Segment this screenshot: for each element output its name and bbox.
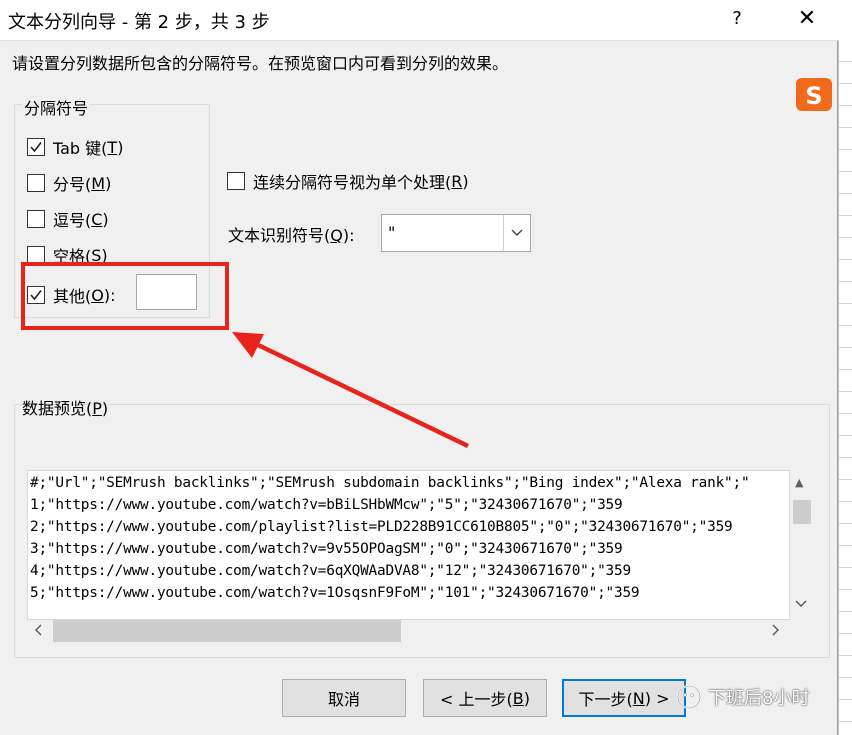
- check-icon: [30, 142, 42, 153]
- preview-line: 4;"https://www.youtube.com/watch?v=6qXQW…: [30, 563, 631, 579]
- preview-horizontal-scrollbar[interactable]: [27, 620, 790, 644]
- next-label: 下一步(: [578, 690, 633, 709]
- data-preview[interactable]: #;"Url";"SEMrush backlinks";"SEMrush sub…: [27, 470, 790, 620]
- semicolon-checkbox[interactable]: 分号(M): [27, 171, 111, 195]
- close-button[interactable]: ✕: [790, 4, 824, 34]
- tab-checkbox[interactable]: Tab 键(T): [27, 135, 123, 159]
- spreadsheet-background: [838, 40, 852, 735]
- instruction-text: 请设置分列数据所包含的分隔符号。在预览窗口内可看到分列的效果。: [12, 54, 509, 73]
- semicolon-key: M: [91, 173, 106, 193]
- consecutive-suffix: ): [462, 171, 469, 191]
- watermark-text: 下班后8小时: [708, 688, 810, 709]
- tab-key: T: [107, 137, 118, 157]
- back-suffix: ): [523, 688, 530, 708]
- preview-line: 1;"https://www.youtube.com/watch?v=bBiLS…: [30, 497, 623, 513]
- scroll-right-icon[interactable]: [771, 624, 779, 639]
- back-key: B: [512, 688, 524, 708]
- comma-suffix: ): [102, 209, 109, 229]
- wechat-icon: [677, 685, 701, 709]
- comma-checkbox[interactable]: 逗号(C): [27, 207, 109, 231]
- dialog-title: 文本分列向导 - 第 2 步，共 3 步: [8, 12, 270, 33]
- delimiter-group-title: 分隔符号: [22, 95, 91, 119]
- comma-key: C: [91, 209, 103, 229]
- vertical-scroll-thumb[interactable]: [793, 500, 811, 524]
- text-qualifier-label: 文本识别符号(Q):: [228, 222, 354, 246]
- text-qualifier-suffix: ):: [342, 226, 355, 245]
- semicolon-checkbox-box[interactable]: [27, 174, 45, 192]
- back-label: < 上一步(: [440, 690, 513, 709]
- tab-label: Tab 键(: [53, 139, 108, 158]
- comma-label: 逗号(: [53, 211, 92, 230]
- chevron-down-icon[interactable]: [503, 215, 530, 251]
- semicolon-label: 分号(: [53, 175, 92, 194]
- text-qualifier-label-text: 文本识别符号(: [228, 226, 331, 245]
- preview-title-text: 数据预览(: [22, 399, 93, 418]
- consecutive-delimiters-checkbox[interactable]: 连续分隔符号视为单个处理(R): [227, 169, 469, 193]
- preview-line: 3;"https://www.youtube.com/watch?v=9v55O…: [30, 541, 623, 557]
- svg-text:S: S: [805, 82, 822, 110]
- next-suffix: ) >: [644, 688, 670, 708]
- cancel-button[interactable]: 取消: [282, 679, 406, 717]
- consecutive-label: 连续分隔符号视为单个处理(: [253, 173, 452, 192]
- next-button[interactable]: 下一步(N) >: [562, 679, 686, 717]
- consecutive-checkbox-box[interactable]: [227, 172, 245, 190]
- preview-line: 5;"https://www.youtube.com/watch?v=1Osqs…: [30, 585, 640, 601]
- preview-line: #;"Url";"SEMrush backlinks";"SEMrush sub…: [30, 475, 750, 491]
- scroll-up-icon[interactable]: ▲: [795, 476, 803, 489]
- tab-suffix: ): [117, 137, 124, 157]
- sogou-ime-icon: S: [796, 78, 832, 111]
- title-bar: 文本分列向导 - 第 2 步，共 3 步 ? ✕: [0, 0, 838, 41]
- tab-checkbox-box[interactable]: [27, 138, 45, 156]
- preview-key: P: [92, 399, 102, 418]
- consecutive-key: R: [451, 171, 463, 191]
- red-highlight-box: [21, 262, 229, 330]
- next-key: N: [632, 688, 645, 708]
- horizontal-scroll-thumb[interactable]: [53, 620, 401, 642]
- preview-line: 2;"https://www.youtube.com/playlist?list…: [30, 519, 733, 535]
- wechat-watermark: 下班后8小时: [676, 684, 809, 710]
- preview-suffix: ): [101, 399, 109, 418]
- scroll-down-icon[interactable]: [795, 598, 807, 611]
- text-qualifier-select[interactable]: ": [381, 214, 531, 252]
- text-qualifier-key: Q: [330, 226, 343, 245]
- text-to-columns-dialog: 文本分列向导 - 第 2 步，共 3 步 ? ✕ 请设置分列数据所包含的分隔符号…: [0, 0, 838, 735]
- text-qualifier-value: ": [388, 223, 396, 242]
- semicolon-suffix: ): [105, 173, 112, 193]
- scroll-left-icon[interactable]: [35, 624, 43, 639]
- back-button[interactable]: < 上一步(B): [423, 679, 547, 717]
- comma-checkbox-box[interactable]: [27, 210, 45, 228]
- preview-vertical-scrollbar[interactable]: ▲: [790, 470, 814, 620]
- preview-title: 数据预览(P): [22, 395, 108, 419]
- help-button[interactable]: ?: [722, 4, 752, 34]
